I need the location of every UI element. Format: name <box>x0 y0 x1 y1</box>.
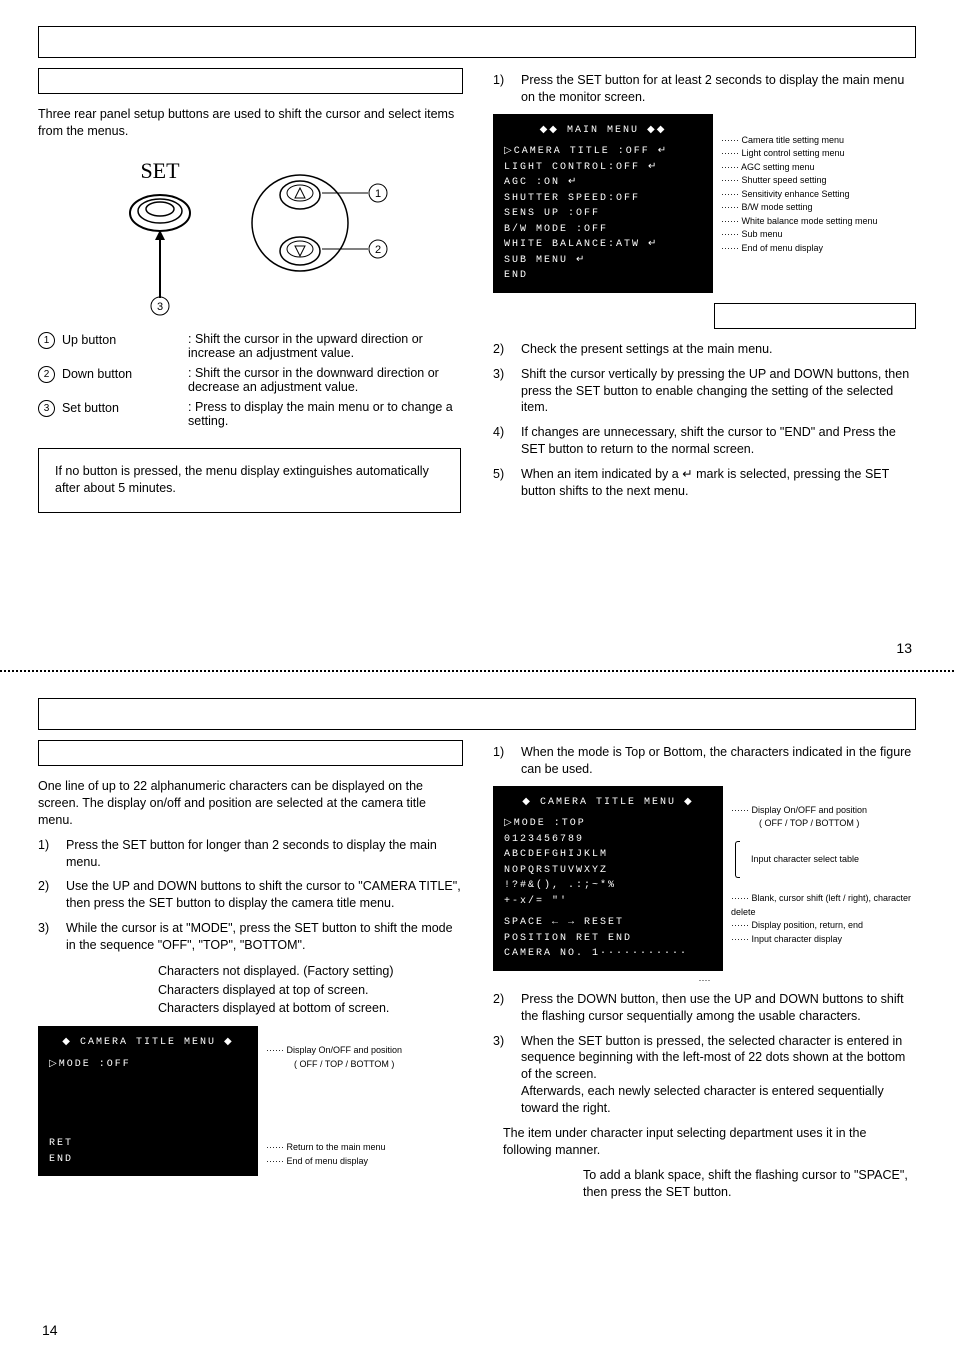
btn3-label: Set button <box>62 401 119 415</box>
svg-text:3: 3 <box>156 301 162 313</box>
osd-off-captions: Display On/OFF and position ( OFF / TOP … <box>266 1026 461 1168</box>
p14b-step2: Press the DOWN button, then use the UP a… <box>521 991 916 1025</box>
page-number: 13 <box>896 640 912 656</box>
p14a-step3: While the cursor is at "MODE", press the… <box>66 920 461 954</box>
p13-step2: Check the present settings at the main m… <box>521 341 916 358</box>
p14b-step3: When the SET button is pressed, the sele… <box>521 1033 916 1117</box>
main-menu-osd: ◆◆ MAIN MENU ◆◆ ▷CAMERA TITLE :OFF ↵ LIG… <box>493 114 713 293</box>
p13-step1: Press the SET button for at least 2 seco… <box>521 72 916 106</box>
btn-def-3: 3 Set button : Press to display the main… <box>38 400 461 428</box>
rear-panel-diagram: SET 3 <box>100 148 400 318</box>
p14a-step2: Use the UP and DOWN buttons to shift the… <box>66 878 461 912</box>
ellipsis: ···· <box>493 975 916 985</box>
sub-heading-left <box>38 740 463 766</box>
btn-def-1: 1 Up button : Shift the cursor in the up… <box>38 332 461 360</box>
p13-step5: When an item indicated by a ↵ mark is se… <box>521 466 916 500</box>
btn3-desc: : Press to display the main menu or to c… <box>188 400 461 428</box>
btn1-desc: : Shift the cursor in the upward directi… <box>188 332 461 360</box>
p14-right-intro: When the mode is Top or Bottom, the char… <box>521 744 916 778</box>
sub-box-right <box>714 303 916 329</box>
sub-heading-left <box>38 68 463 94</box>
page-14: One line of up to 22 alphanumeric charac… <box>0 672 954 1352</box>
p13-step4: If changes are unnecessary, shift the cu… <box>521 424 916 458</box>
osd-title: ◆◆ MAIN MENU ◆◆ <box>504 123 702 139</box>
page-13: Three rear panel setup buttons are used … <box>0 0 954 670</box>
right-column: 1)Press the SET button for at least 2 se… <box>493 68 916 513</box>
svg-text:2: 2 <box>374 244 380 256</box>
p14-tail1: The item under character input selecting… <box>503 1125 916 1159</box>
camera-title-menu-top-osd: ◆ CAMERA TITLE MENU ◆ ▷MODE :TOP 0123456… <box>493 786 723 971</box>
page-heading-box <box>38 26 916 58</box>
intro-text: Three rear panel setup buttons are used … <box>38 106 461 140</box>
btn2-label: Down button <box>62 367 132 381</box>
btn1-label: Up button <box>62 333 116 347</box>
p14-tail2: To add a blank space, shift the flashing… <box>583 1167 916 1201</box>
camera-title-menu-off-osd: ◆ CAMERA TITLE MENU ◆ ▷MODE :OFF RET END <box>38 1026 258 1176</box>
osd-title: ◆ CAMERA TITLE MENU ◆ <box>504 795 712 811</box>
osd-title: ◆ CAMERA TITLE MENU ◆ <box>49 1035 247 1051</box>
p14-intro: One line of up to 22 alphanumeric charac… <box>38 778 461 829</box>
page-number: 14 <box>42 1322 58 1338</box>
note-box: If no button is pressed, the menu displa… <box>38 448 461 513</box>
btn-def-2: 2 Down button : Shift the cursor in the … <box>38 366 461 394</box>
p14a-step1: Press the SET button for longer than 2 s… <box>66 837 461 871</box>
osd-top-captions: Display On/OFF and position ( OFF / TOP … <box>731 786 916 947</box>
right-column: 1)When the mode is Top or Bottom, the ch… <box>493 740 916 1208</box>
p13-step3: Shift the cursor vertically by pressing … <box>521 366 916 417</box>
set-label: SET <box>140 158 180 183</box>
mode-descriptions: Characters not displayed. (Factory setti… <box>158 962 461 1018</box>
page-heading-box <box>38 698 916 730</box>
svg-text:1: 1 <box>374 188 380 200</box>
left-column: Three rear panel setup buttons are used … <box>38 68 461 513</box>
osd-captions: Camera title setting menu Light control … <box>721 114 916 256</box>
left-column: One line of up to 22 alphanumeric charac… <box>38 740 461 1208</box>
btn2-desc: : Shift the cursor in the downward direc… <box>188 366 461 394</box>
